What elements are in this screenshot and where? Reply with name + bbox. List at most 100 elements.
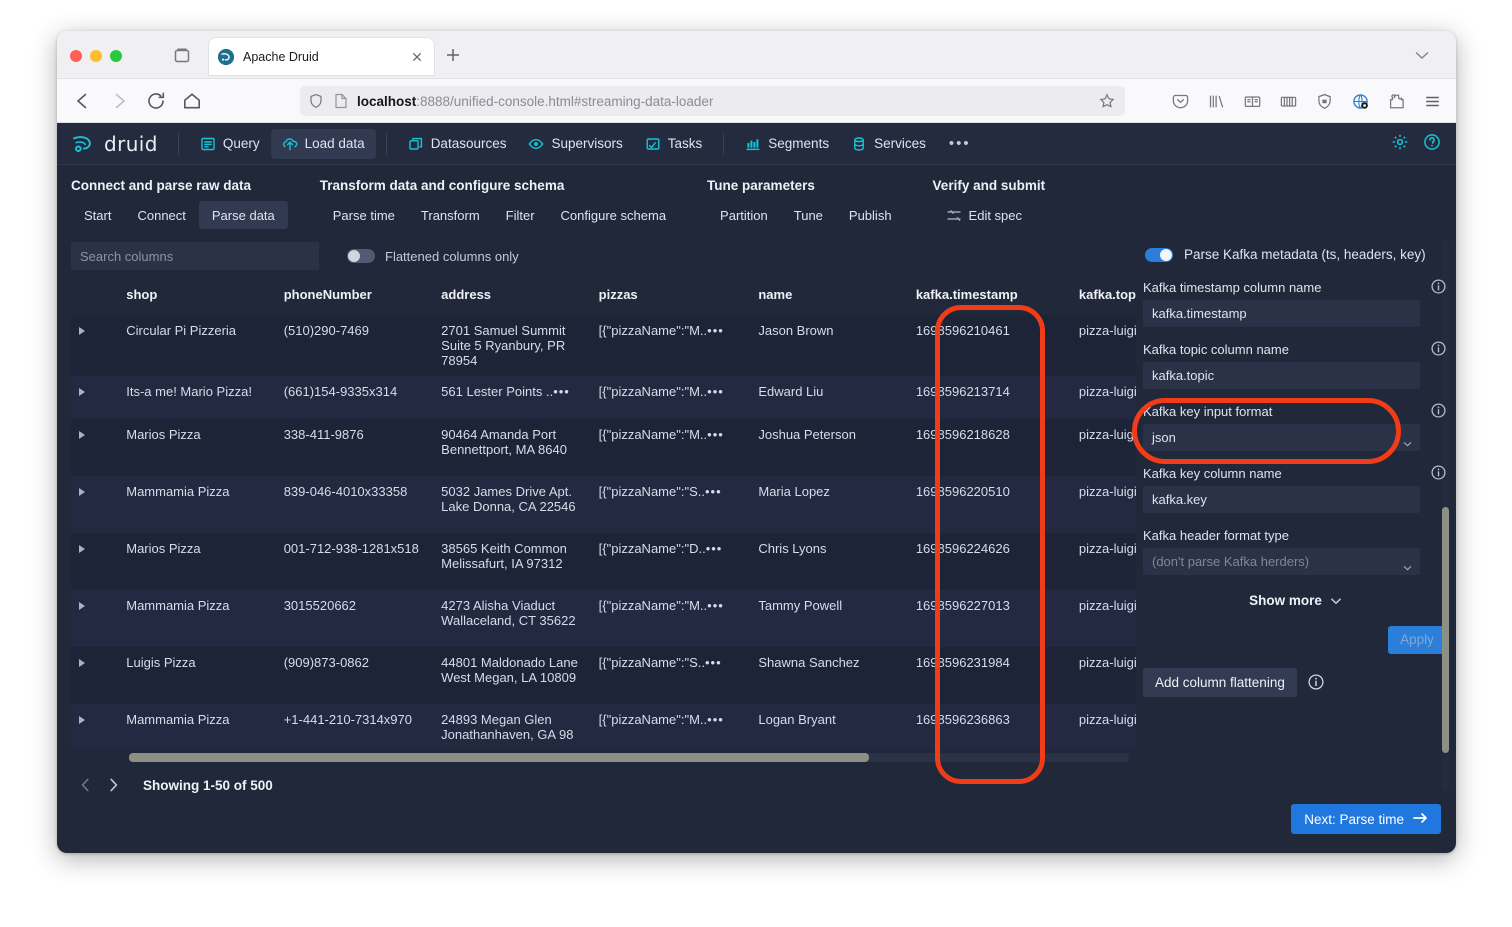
step-partition[interactable]: Partition [707,201,781,229]
info-icon[interactable] [1431,403,1446,418]
step-parse-time[interactable]: Parse time [320,201,408,229]
table-row[interactable]: Mammamia Pizza 3015520662 4273 Alisha Vi… [71,590,1136,647]
step-parse-data[interactable]: Parse data [199,201,288,229]
step-start[interactable]: Start [71,201,124,229]
table-row[interactable]: Mammamia Pizza +1-441-210-7314x970 24893… [71,704,1136,749]
step-button-row: Parse time Transform Filter Configure sc… [320,201,679,229]
col-header-address[interactable]: address [433,279,590,315]
expand-row-icon[interactable] [79,488,85,496]
close-window-button[interactable] [70,50,82,62]
pocket-icon[interactable] [1171,92,1190,111]
row-expand-cell[interactable] [71,419,118,476]
privacy-shield-icon[interactable] [1315,92,1334,111]
browser-tab[interactable]: Apache Druid [209,38,434,75]
add-column-flattening-button[interactable]: Add column flattening [1143,668,1297,697]
row-expand-cell[interactable] [71,590,118,647]
row-expand-cell[interactable] [71,647,118,704]
row-expand-cell[interactable] [71,376,118,419]
show-more-button[interactable]: Show more [1143,593,1448,608]
preview-table-scroll[interactable]: shop phoneNumber address pizzas name kaf… [71,279,1136,749]
address-bar[interactable]: localhost:8888/unified-console.html#stre… [300,86,1125,116]
table-row[interactable]: Luigis Pizza (909)873-0862 44801 Maldona… [71,647,1136,704]
nav-overflow-button[interactable]: ••• [937,135,983,152]
step-connect[interactable]: Connect [124,201,198,229]
window-controls[interactable] [70,50,122,62]
table-row[interactable]: Circular Pi Pizzeria (510)290-7469 2701 … [71,315,1136,376]
step-publish[interactable]: Publish [836,201,905,229]
info-icon[interactable] [1308,674,1324,690]
col-header-name[interactable]: name [750,279,907,315]
table-row[interactable]: Marios Pizza 338-411-9876 90464 Amanda P… [71,419,1136,476]
apply-button[interactable]: Apply [1388,626,1446,654]
hamburger-menu-icon[interactable] [1423,92,1442,111]
expand-row-icon[interactable] [79,327,85,335]
col-header-shop[interactable]: shop [118,279,275,315]
row-expand-cell[interactable] [71,315,118,376]
row-expand-cell[interactable] [71,533,118,590]
flattened-columns-toggle[interactable]: Flattened columns only [347,249,519,264]
nav-item-datasources[interactable]: Datasources [397,129,518,159]
nav-item-services[interactable]: Services [840,129,937,159]
home-icon[interactable] [181,90,203,112]
step-tune[interactable]: Tune [781,201,836,229]
nav-item-query[interactable]: Query [189,129,271,159]
col-header-kafka-timestamp[interactable]: kafka.timestamp [908,279,1071,315]
step-edit-spec[interactable]: Edit spec [933,201,1035,229]
back-arrow-icon[interactable] [71,90,93,112]
reader-view-icon[interactable] [1243,92,1262,111]
library-icon[interactable] [1207,92,1226,111]
expand-row-icon[interactable] [79,545,85,553]
scrollbar-thumb[interactable] [129,753,869,762]
minimize-window-button[interactable] [90,50,102,62]
reload-icon[interactable] [145,90,167,112]
toggle-switch[interactable] [347,249,375,263]
table-row[interactable]: Its-a me! Mario Pizza! (661)154-9335x314… [71,376,1136,419]
info-icon[interactable] [1431,465,1446,480]
nav-item-supervisors[interactable]: Supervisors [517,129,633,159]
expand-row-icon[interactable] [79,602,85,610]
step-configure-schema[interactable]: Configure schema [548,201,680,229]
step-filter[interactable]: Filter [493,201,548,229]
step-transform[interactable]: Transform [408,201,493,229]
table-row[interactable]: Marios Pizza 001-712-938-1281x518 38565 … [71,533,1136,590]
col-header-pizzas[interactable]: pizzas [591,279,751,315]
next-parse-time-button[interactable]: Next: Parse time [1291,804,1441,834]
nav-item-tasks[interactable]: Tasks [634,129,714,159]
field-input[interactable] [1143,362,1420,389]
row-expand-cell[interactable] [71,704,118,749]
search-columns-input[interactable] [71,242,319,270]
list-all-tabs-icon[interactable] [172,45,192,65]
field-select[interactable]: json [1143,424,1420,451]
expand-row-icon[interactable] [79,431,85,439]
parse-kafka-metadata-toggle[interactable]: Parse Kafka metadata (ts, headers, key) [1143,239,1448,265]
close-tab-icon[interactable] [409,49,425,65]
row-expand-cell[interactable] [71,476,118,533]
container-tabs-icon[interactable] [1279,92,1298,111]
info-icon[interactable] [1431,279,1446,294]
expand-row-icon[interactable] [79,659,85,667]
expand-row-icon[interactable] [79,388,85,396]
chevron-down-icon[interactable] [1412,48,1432,62]
account-proxy-icon[interactable] [1351,92,1370,111]
druid-logo[interactable]: druid [71,132,158,156]
bookmark-star-icon[interactable] [1099,93,1115,109]
help-circle-icon[interactable] [1423,133,1441,156]
new-tab-icon[interactable] [444,46,462,64]
field-select[interactable]: (don't parse Kafka herders) [1143,548,1420,575]
maximize-window-button[interactable] [110,50,122,62]
expand-row-icon[interactable] [79,716,85,724]
shield-icon[interactable] [308,93,324,109]
forward-arrow-icon[interactable] [109,90,131,112]
toggle-switch[interactable] [1145,248,1173,262]
extensions-icon[interactable] [1387,92,1406,111]
field-input[interactable] [1143,486,1420,513]
nav-item-segments[interactable]: Segments [734,129,840,159]
nav-item-load-data[interactable]: Load data [271,129,376,159]
col-header-phonenumber[interactable]: phoneNumber [276,279,433,315]
col-header-kafka-topic[interactable]: kafka.topic [1071,279,1136,315]
info-icon[interactable] [1431,341,1446,356]
gear-icon[interactable] [1391,133,1409,156]
horizontal-scrollbar[interactable] [129,753,1129,762]
field-input[interactable] [1143,300,1420,327]
table-row[interactable]: Mammamia Pizza 839-046-4010x33358 5032 J… [71,476,1136,533]
